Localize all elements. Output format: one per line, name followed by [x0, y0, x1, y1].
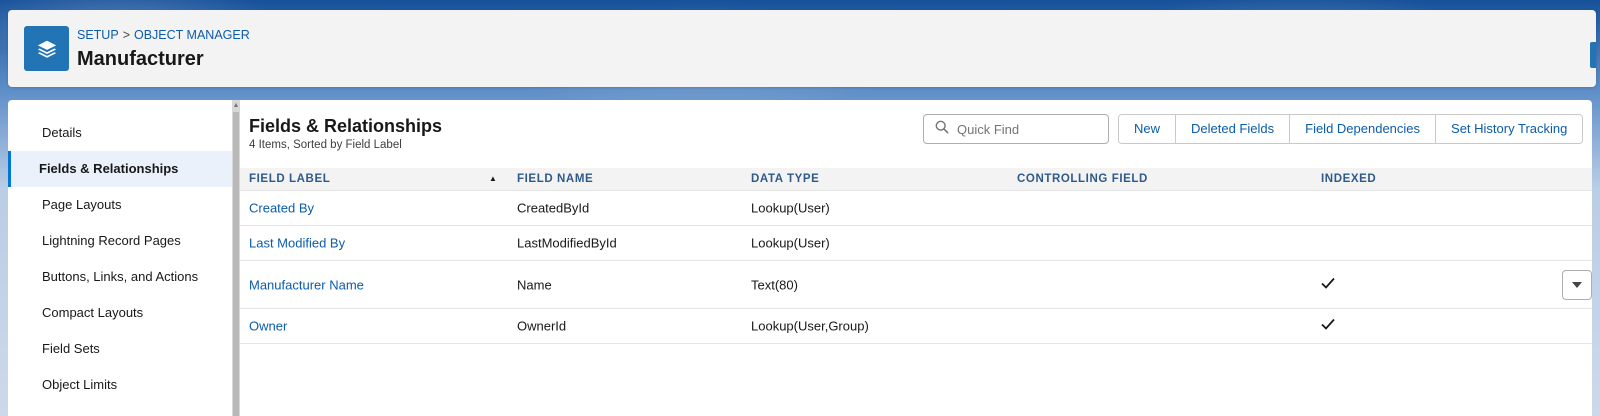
sidebar-item-lightning-record-pages[interactable]: Lightning Record Pages	[8, 223, 232, 259]
main-panel: Details Fields & Relationships Page Layo…	[8, 100, 1592, 416]
quick-find-search[interactable]	[923, 114, 1109, 144]
breadcrumb: SETUP > OBJECT MANAGER	[77, 28, 250, 42]
field-label-link[interactable]: Last Modified By	[249, 236, 345, 251]
sidebar-item-object-limits[interactable]: Object Limits	[8, 367, 232, 403]
page-title: Manufacturer	[77, 48, 204, 70]
table-row: Owner OwnerId Lookup(User,Group)	[240, 309, 1592, 344]
search-icon	[935, 120, 949, 139]
data-type-cell: Lookup(User)	[751, 200, 830, 216]
field-label-link[interactable]: Manufacturer Name	[249, 277, 364, 292]
field-name-cell: Name	[517, 277, 552, 292]
scroll-up-arrow-icon[interactable]: ▲	[232, 102, 240, 110]
breadcrumb-setup-link[interactable]: SETUP	[77, 28, 119, 42]
new-button[interactable]: New	[1119, 115, 1177, 143]
table-row: Created By CreatedById Lookup(User)	[240, 191, 1592, 226]
section-subtitle: 4 Items, Sorted by Field Label	[249, 139, 402, 151]
sort-ascending-icon[interactable]: ▲	[489, 168, 497, 190]
set-history-tracking-button[interactable]: Set History Tracking	[1436, 115, 1583, 143]
sidebar-scrollbar[interactable]: ▲	[232, 100, 240, 416]
fields-table: FIELD LABEL ▲ FIELD NAME DATA TYPE CONTR…	[240, 168, 1592, 344]
setup-sidebar: Details Fields & Relationships Page Layo…	[8, 100, 232, 416]
object-header: SETUP > OBJECT MANAGER Manufacturer	[8, 10, 1596, 87]
table-row: Manufacturer Name Name Text(80)	[240, 261, 1592, 309]
sidebar-item-field-sets[interactable]: Field Sets	[8, 331, 232, 367]
field-name-cell: OwnerId	[517, 318, 567, 334]
data-type-cell: Text(80)	[751, 277, 798, 292]
indexed-check-icon	[1321, 317, 1335, 335]
quick-find-input[interactable]	[957, 121, 1097, 137]
sidebar-item-buttons-links-actions[interactable]: Buttons, Links, and Actions	[8, 259, 232, 295]
breadcrumb-object-manager-link[interactable]: OBJECT MANAGER	[134, 28, 250, 42]
field-name-cell: CreatedById	[517, 200, 590, 216]
sidebar-item-details[interactable]: Details	[8, 115, 232, 151]
breadcrumb-separator: >	[122, 28, 130, 42]
row-actions-menu-button[interactable]	[1562, 269, 1592, 300]
column-header-controlling-field: CONTROLLING FIELD	[1017, 173, 1148, 185]
column-header-data-type: DATA TYPE	[751, 173, 820, 185]
section-title: Fields & Relationships	[249, 116, 443, 136]
data-type-cell: Lookup(User,Group)	[751, 318, 869, 334]
table-row: Last Modified By LastModifiedById Lookup…	[240, 226, 1592, 261]
data-type-cell: Lookup(User)	[751, 235, 830, 251]
deleted-fields-button[interactable]: Deleted Fields	[1176, 115, 1291, 143]
field-dependencies-button[interactable]: Field Dependencies	[1290, 115, 1437, 143]
column-header-field-label[interactable]: FIELD LABEL	[249, 168, 330, 190]
scrollbar-thumb[interactable]	[233, 112, 239, 416]
column-header-field-name: FIELD NAME	[517, 173, 594, 185]
field-name-cell: LastModifiedById	[517, 235, 617, 251]
table-header: FIELD LABEL ▲ FIELD NAME DATA TYPE CONTR…	[240, 168, 1592, 191]
layers-icon	[24, 26, 69, 71]
sidebar-item-page-layouts[interactable]: Page Layouts	[8, 187, 232, 223]
chevron-down-icon	[1571, 276, 1583, 294]
field-label-link[interactable]: Created By	[249, 201, 314, 216]
action-button-group: New Deleted Fields Field Dependencies Se…	[1118, 114, 1584, 144]
column-header-indexed: INDEXED	[1321, 173, 1377, 185]
sidebar-item-fields-relationships[interactable]: Fields & Relationships	[8, 151, 232, 187]
help-edge-tab[interactable]	[1590, 42, 1596, 68]
indexed-check-icon	[1321, 276, 1335, 294]
fields-content: Fields & Relationships 4 Items, Sorted b…	[240, 100, 1592, 416]
field-label-link[interactable]: Owner	[249, 319, 287, 334]
sidebar-item-compact-layouts[interactable]: Compact Layouts	[8, 295, 232, 331]
